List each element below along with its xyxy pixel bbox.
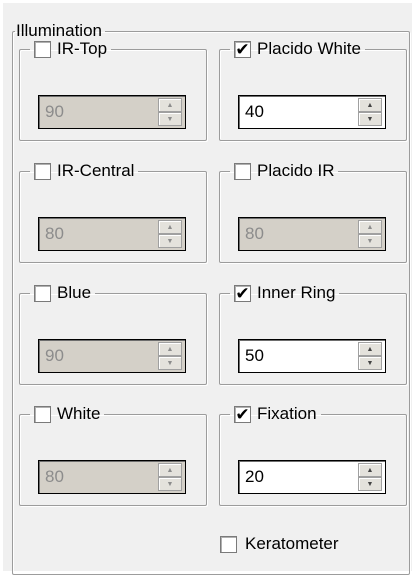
- fixation-label: Fixation: [257, 404, 317, 423]
- ir-top-label: IR-Top: [57, 39, 108, 58]
- group-ir-top: IR-Top 90 ▲ ▼: [19, 39, 207, 141]
- placido-ir-value: 80: [245, 224, 264, 243]
- ir-central-value: 80: [45, 224, 64, 243]
- group-placido-ir: Placido IR 80 ▲ ▼: [219, 161, 407, 263]
- inner-ring-spin-up-button[interactable]: ▲: [358, 342, 382, 356]
- ir-central-spin-up-button[interactable]: ▲: [158, 220, 182, 234]
- fixation-value: 20: [245, 467, 264, 486]
- fixation-checkbox[interactable]: ✔: [234, 405, 251, 423]
- placido-ir-spin-up-button[interactable]: ▲: [358, 220, 382, 234]
- inner-ring-spinbox[interactable]: 50 ▲ ▼: [238, 339, 386, 373]
- placido-ir-checkbox[interactable]: [234, 162, 251, 180]
- ir-central-spin-down-button[interactable]: ▼: [158, 234, 182, 248]
- blue-spin-up-button[interactable]: ▲: [158, 342, 182, 356]
- ir-central-checkbox[interactable]: [34, 162, 51, 180]
- group-blue: Blue 90 ▲ ▼: [19, 283, 207, 385]
- inner-ring-checkbox[interactable]: ✔: [234, 284, 251, 302]
- white-spinbox[interactable]: 80 ▲ ▼: [38, 460, 186, 494]
- placido-ir-spin-down-button[interactable]: ▼: [358, 234, 382, 248]
- blue-spinbox[interactable]: 90 ▲ ▼: [38, 339, 186, 373]
- placido-white-label: Placido White: [257, 39, 361, 58]
- group-fixation: ✔ Fixation 20 ▲ ▼: [219, 404, 407, 506]
- illumination-panel: Illumination IR-Top 90 ▲ ▼ ✔ Placido Whi…: [3, 3, 412, 575]
- placido-ir-spinbox[interactable]: 80 ▲ ▼: [238, 217, 386, 251]
- inner-ring-label: Inner Ring: [257, 283, 336, 302]
- keratometer-option[interactable]: Keratometer: [220, 534, 339, 554]
- blue-spin-down-button[interactable]: ▼: [158, 356, 182, 370]
- ir-central-label: IR-Central: [57, 161, 135, 180]
- ir-top-spin-up-button[interactable]: ▲: [158, 98, 182, 112]
- ir-top-value: 90: [45, 102, 64, 121]
- group-ir-central: IR-Central 80 ▲ ▼: [19, 161, 207, 263]
- blue-checkbox[interactable]: [34, 284, 51, 302]
- placido-white-value: 40: [245, 102, 264, 121]
- white-spin-down-button[interactable]: ▼: [158, 477, 182, 491]
- white-checkbox[interactable]: [34, 405, 51, 423]
- placido-white-checkbox[interactable]: ✔: [234, 40, 251, 58]
- placido-white-spin-down-button[interactable]: ▼: [358, 112, 382, 126]
- ir-top-spinbox[interactable]: 90 ▲ ▼: [38, 95, 186, 129]
- ir-top-spin-down-button[interactable]: ▼: [158, 112, 182, 126]
- group-placido-white: ✔ Placido White 40 ▲ ▼: [219, 39, 407, 141]
- group-white: White 80 ▲ ▼: [19, 404, 207, 506]
- placido-ir-label: Placido IR: [257, 161, 335, 180]
- white-value: 80: [45, 467, 64, 486]
- fixation-spin-down-button[interactable]: ▼: [358, 477, 382, 491]
- group-inner-ring: ✔ Inner Ring 50 ▲ ▼: [219, 283, 407, 385]
- illumination-title: Illumination: [16, 21, 102, 40]
- keratometer-checkbox[interactable]: [220, 535, 237, 553]
- fixation-spin-up-button[interactable]: ▲: [358, 463, 382, 477]
- ir-top-checkbox[interactable]: [34, 40, 51, 58]
- inner-ring-spin-down-button[interactable]: ▼: [358, 356, 382, 370]
- white-label: White: [57, 404, 101, 423]
- keratometer-label: Keratometer: [245, 534, 339, 553]
- white-spin-up-button[interactable]: ▲: [158, 463, 182, 477]
- blue-label: Blue: [57, 283, 92, 302]
- blue-value: 90: [45, 346, 64, 365]
- placido-white-spin-up-button[interactable]: ▲: [358, 98, 382, 112]
- ir-central-spinbox[interactable]: 80 ▲ ▼: [38, 217, 186, 251]
- inner-ring-value: 50: [245, 346, 264, 365]
- placido-white-spinbox[interactable]: 40 ▲ ▼: [238, 95, 386, 129]
- fixation-spinbox[interactable]: 20 ▲ ▼: [238, 460, 386, 494]
